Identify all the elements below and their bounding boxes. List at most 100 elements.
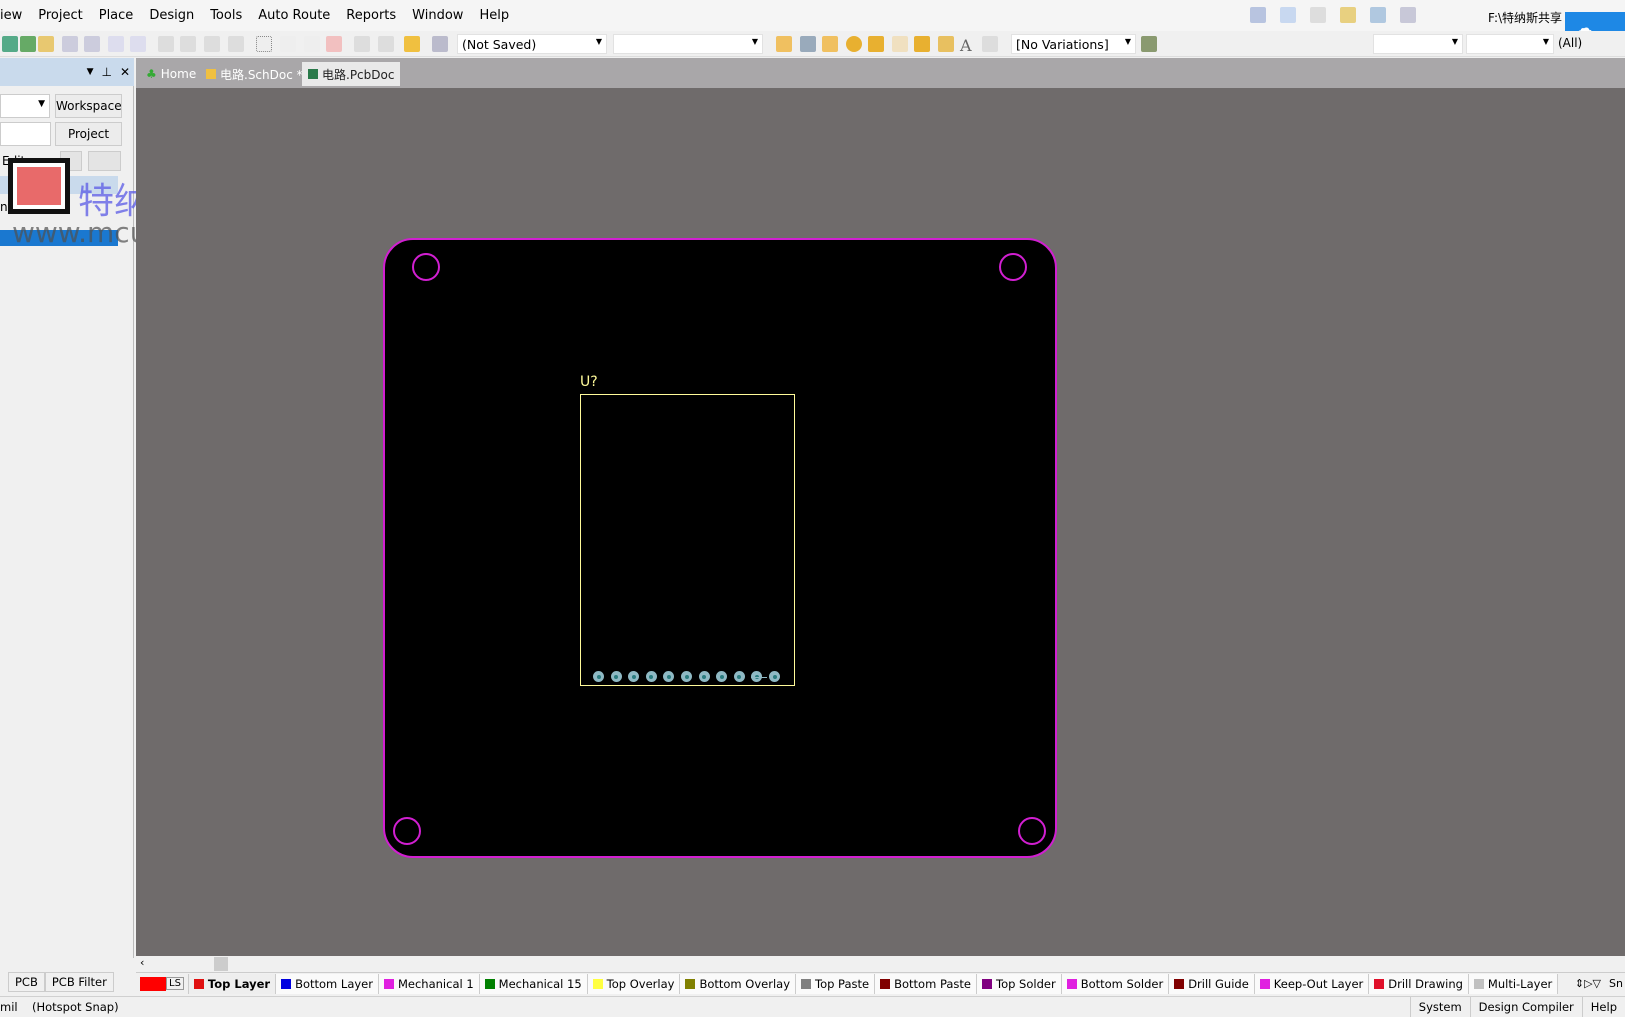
- string-icon[interactable]: A: [960, 36, 976, 55]
- undo-icon[interactable]: [354, 36, 370, 52]
- panel-menu-icon[interactable]: ▼: [87, 67, 94, 77]
- fill-icon[interactable]: [914, 36, 930, 52]
- variations-combo[interactable]: [No Variations] ▼: [1011, 34, 1136, 54]
- blank-combo[interactable]: ▼: [613, 34, 763, 54]
- room-icon[interactable]: [1370, 7, 1386, 23]
- pad[interactable]: [645, 671, 657, 682]
- find-icon[interactable]: [1310, 7, 1326, 23]
- help-button[interactable]: Help: [1581, 997, 1625, 1017]
- component-designator[interactable]: U?: [580, 374, 598, 390]
- layer-tab[interactable]: Mechanical 1: [378, 973, 480, 994]
- layer-nav-icon[interactable]: ⇕▷▽: [1575, 977, 1601, 990]
- system-button[interactable]: System: [1409, 997, 1470, 1017]
- pad-icon[interactable]: [846, 36, 862, 52]
- scroll-thumb[interactable]: [214, 957, 228, 971]
- project-options-icon[interactable]: [88, 151, 121, 171]
- layer-tab[interactable]: Drill Guide: [1169, 973, 1255, 994]
- document-tabs: ♣ Home 电路.SchDoc * 电路.PcbDoc: [136, 58, 1625, 88]
- open-icon[interactable]: [2, 36, 18, 52]
- save-icon[interactable]: [20, 36, 36, 52]
- polygon-icon[interactable]: [938, 36, 954, 52]
- pad[interactable]: [593, 671, 604, 682]
- menu-tools[interactable]: Tools: [202, 8, 250, 23]
- browse-icon[interactable]: [432, 36, 448, 52]
- clear-filter-icon[interactable]: [326, 36, 342, 52]
- zoom-selected-icon[interactable]: [108, 36, 124, 52]
- class-combo[interactable]: ▼: [1373, 34, 1463, 54]
- ruler-icon[interactable]: [1250, 7, 1266, 23]
- layer-tab[interactable]: Bottom Solder: [1061, 973, 1170, 994]
- zoom-area-icon[interactable]: [84, 36, 100, 52]
- project-combo[interactable]: [0, 122, 51, 146]
- layer-tab[interactable]: Drill Drawing: [1369, 973, 1469, 994]
- pad[interactable]: [769, 671, 780, 682]
- layer-tab[interactable]: Top Paste: [796, 973, 876, 994]
- tab-pcb-filter[interactable]: PCB Filter: [44, 972, 114, 992]
- menu-window[interactable]: Window: [404, 8, 471, 23]
- component-icon[interactable]: [982, 36, 998, 52]
- pad[interactable]: [733, 671, 745, 682]
- project-button[interactable]: Project: [55, 122, 122, 146]
- menu-project[interactable]: Project: [30, 8, 90, 23]
- layer-color-swatch: [193, 978, 204, 989]
- layer-tab[interactable]: Top Solder: [977, 973, 1062, 994]
- menu-design[interactable]: Design: [141, 8, 202, 23]
- paste-icon[interactable]: [204, 36, 220, 52]
- redo-icon[interactable]: [378, 36, 394, 52]
- menu-place[interactable]: Place: [91, 8, 142, 23]
- design-compiler-button[interactable]: Design Compiler: [1469, 997, 1582, 1017]
- diff-pair-icon[interactable]: [800, 36, 816, 52]
- net-combo[interactable]: ▼: [1466, 34, 1554, 54]
- filter-icon[interactable]: [130, 36, 146, 52]
- close-icon[interactable]: ✕: [120, 65, 130, 79]
- layer-tab[interactable]: Top Overlay: [587, 973, 681, 994]
- layer-tab[interactable]: Mechanical 15: [479, 973, 588, 994]
- snap-button[interactable]: Sn: [1609, 977, 1623, 990]
- horizontal-scrollbar[interactable]: ‹: [136, 956, 1625, 971]
- layer-tab[interactable]: Top Layer: [188, 973, 277, 994]
- ls-button[interactable]: LS: [166, 977, 184, 990]
- scroll-left-icon[interactable]: ‹: [140, 956, 144, 969]
- copy-icon[interactable]: [180, 36, 196, 52]
- arc-icon[interactable]: [892, 36, 908, 52]
- workspace-combo[interactable]: ▼: [0, 94, 50, 118]
- saved-state-value: (Not Saved): [462, 37, 537, 52]
- tab-pcbdoc[interactable]: 电路.PcbDoc: [302, 62, 401, 86]
- pad[interactable]: [610, 671, 622, 682]
- menu-help[interactable]: Help: [471, 8, 517, 23]
- layer-tab[interactable]: Bottom Overlay: [680, 973, 796, 994]
- zoom-fit-icon[interactable]: [62, 36, 78, 52]
- saved-state-combo[interactable]: (Not Saved) ▼: [457, 34, 607, 54]
- via-icon[interactable]: [868, 36, 884, 52]
- pad[interactable]: [681, 671, 692, 682]
- deselect-icon[interactable]: [304, 36, 320, 52]
- workspace-button[interactable]: Workspace: [55, 94, 122, 118]
- folder-icon[interactable]: [38, 36, 54, 52]
- cross-probe-icon[interactable]: [404, 36, 420, 52]
- align-icon[interactable]: [1280, 7, 1296, 23]
- tab-schdoc[interactable]: 电路.SchDoc *: [200, 62, 309, 86]
- layer-tab[interactable]: Bottom Layer: [276, 973, 379, 994]
- tab-home[interactable]: ♣ Home: [140, 62, 202, 86]
- pad[interactable]: [698, 671, 710, 682]
- menu-view[interactable]: iew: [0, 8, 30, 23]
- layer-tab[interactable]: Multi-Layer: [1468, 973, 1559, 994]
- grid-icon[interactable]: [1400, 7, 1416, 23]
- component-footprint[interactable]: [580, 394, 795, 686]
- route-icon[interactable]: [776, 36, 792, 52]
- tab-pcb[interactable]: PCB: [8, 972, 45, 992]
- pin-icon[interactable]: ⊥: [101, 65, 111, 79]
- rubber-stamp-icon[interactable]: [228, 36, 244, 52]
- menu-reports[interactable]: Reports: [338, 8, 404, 23]
- move-icon[interactable]: [280, 36, 296, 52]
- select-icon[interactable]: [256, 36, 272, 52]
- current-layer-indicator[interactable]: LS: [136, 973, 189, 994]
- filter-all-value[interactable]: (All): [1558, 36, 1582, 50]
- cut-icon[interactable]: [158, 36, 174, 52]
- multi-route-icon[interactable]: [822, 36, 838, 52]
- layer-tab[interactable]: Keep-Out Layer: [1254, 973, 1370, 994]
- menu-auto-route[interactable]: Auto Route: [250, 8, 338, 23]
- dimension-icon[interactable]: [1340, 7, 1356, 23]
- layer-tab[interactable]: Bottom Paste: [875, 973, 977, 994]
- board-icon[interactable]: [1141, 36, 1157, 52]
